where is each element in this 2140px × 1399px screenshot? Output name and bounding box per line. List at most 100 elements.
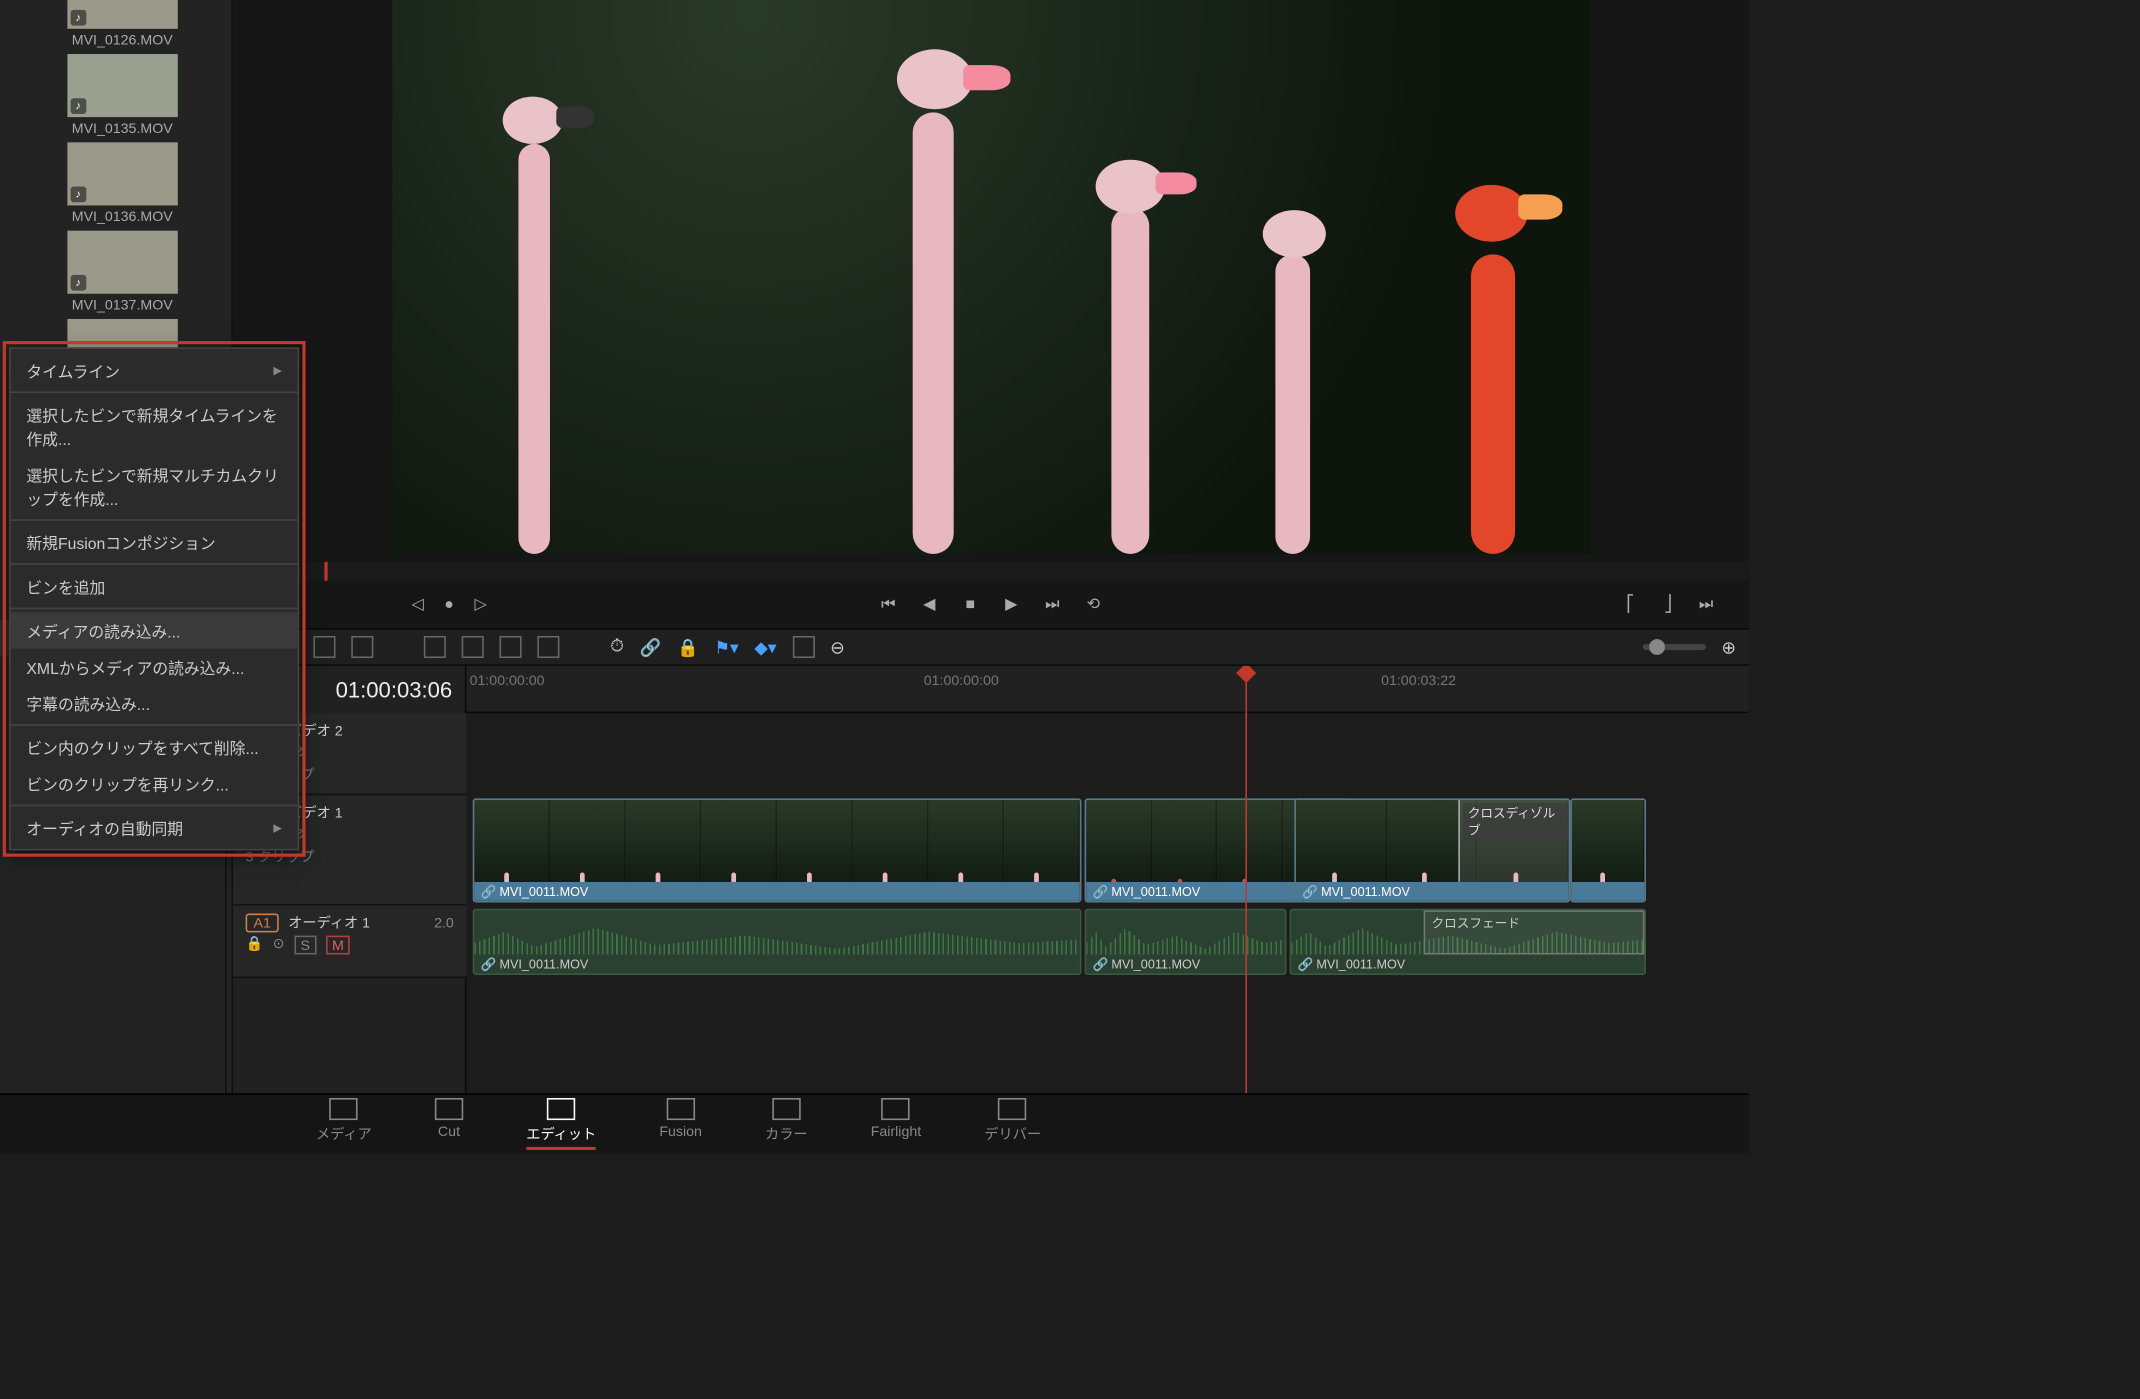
context-menu-item[interactable]: オーディオの自動同期 — [11, 809, 298, 845]
transition-item[interactable]: アローアイリス — [0, 874, 225, 910]
transition-item[interactable]: 六角形アイリス — [0, 1019, 225, 1055]
goto-last-icon[interactable]: ⏭ — [1695, 593, 1717, 615]
track-v2-body[interactable] — [466, 713, 1748, 795]
flag-icon[interactable]: ⚑▾ — [714, 637, 738, 658]
media-clip[interactable]: ♪ MVI_0136.MOV — [29, 142, 216, 224]
dynamic-trim-icon[interactable] — [314, 636, 336, 658]
page-tab-icon — [435, 1098, 463, 1120]
step-back-icon[interactable]: ◀ — [918, 593, 940, 615]
audio-clip[interactable]: クロスフェード MVI_0011.MOV — [1290, 909, 1646, 975]
snapping-icon[interactable] — [792, 636, 814, 658]
context-menu-item[interactable]: ビン内のクリップをすべて削除... — [11, 729, 298, 765]
play-icon[interactable]: ▶ — [1000, 593, 1022, 615]
audio-badge-icon: ♪ — [70, 10, 86, 26]
context-menu-item[interactable]: ビンを追加 — [11, 568, 298, 604]
audio-crossfade[interactable]: クロスフェード — [1424, 910, 1645, 954]
track-header-a1[interactable]: A1オーディオ 12.0 🔒 ⊙ S M — [233, 906, 466, 979]
context-menu[interactable]: タイムライン選択したビンで新規タイムラインを作成...選択したビンで新規マルチカ… — [9, 347, 299, 850]
timeline: 01:00:03:06 V2ビデオ 2 🔒◇⊘ 1 クリップ V1ビデオ 1 🔒… — [233, 666, 1748, 1093]
lock-track-icon[interactable]: 🔒 — [246, 936, 264, 955]
step-fwd-icon[interactable]: ⏭ — [1041, 593, 1063, 615]
page-tab-icon — [330, 1098, 358, 1120]
audio-badge-icon: ♪ — [70, 275, 86, 291]
solo-button[interactable]: S — [294, 936, 316, 955]
playhead[interactable] — [1245, 666, 1247, 1093]
context-menu-item[interactable]: 選択したビンで新規マルチカムクリップを作成... — [11, 456, 298, 516]
mark-out-icon[interactable]: ⎦ — [1657, 593, 1679, 615]
video-clip[interactable]: MVI_0011.MOV — [473, 798, 1082, 902]
page-tab-icon — [772, 1098, 800, 1120]
zoom-in-icon[interactable]: ⊕ — [1721, 637, 1736, 658]
viewer[interactable] — [233, 0, 1748, 562]
page-tab-Fairlight[interactable]: Fairlight — [871, 1098, 921, 1150]
transition-item[interactable]: 楕円アイリス — [0, 1055, 225, 1091]
viewer-scrubber[interactable] — [233, 562, 1748, 581]
video-clip[interactable]: クロスディゾルブ MVI_0011.MOV — [1294, 798, 1570, 902]
context-menu-item[interactable]: ビンのクリップを再リンク... — [11, 765, 298, 801]
clip-label: MVI_0135.MOV — [72, 120, 173, 136]
lock-icon[interactable]: 🔒 — [677, 637, 699, 658]
transition-item[interactable]: クロス型アイリス — [0, 910, 225, 946]
transport-controls: ◁ ● ▷ ⏮ ◀ ■ ▶ ⏭ ⟲ ⎡ ⎦ ⏭ — [233, 581, 1748, 628]
page-tab-カラー[interactable]: カラー — [765, 1098, 808, 1150]
marker-dot-icon[interactable]: ● — [438, 593, 460, 615]
goto-first-icon[interactable]: ⏮ — [877, 593, 899, 615]
audio-badge-icon: ♪ — [70, 98, 86, 114]
video-transition[interactable]: クロスディゾルブ — [1458, 800, 1568, 882]
loop-icon[interactable]: ⟲ — [1082, 593, 1104, 615]
page-tab-icon — [882, 1098, 910, 1120]
transition-item[interactable]: 三角形アイリス — [0, 947, 225, 983]
zoom-out-icon[interactable]: ⊖ — [830, 637, 845, 658]
media-clip[interactable]: ♪MVI_0138.MOV — [0, 231, 22, 313]
clip-label: MVI_0126.MOV — [72, 32, 173, 48]
arm-icon[interactable]: ⊙ — [273, 936, 285, 955]
audio-badge-icon: ♪ — [70, 187, 86, 203]
timeline-ruler[interactable]: 01:00:00:00 01:00:00:00 01:00:03:22 — [466, 666, 1748, 713]
insert-icon[interactable] — [424, 636, 446, 658]
context-menu-item[interactable]: XMLからメディアの読み込み... — [11, 649, 298, 685]
context-menu-item[interactable]: メディアの読み込み... — [11, 612, 298, 648]
match-frame-fwd-icon[interactable]: ▷ — [470, 593, 492, 615]
page-tab-メディア[interactable]: メディア — [316, 1098, 372, 1150]
track-a1-body[interactable]: MVI_0011.MOV MVI_0011.MOV クロスフェード MVI_00… — [466, 906, 1748, 979]
context-menu-item[interactable]: 新規Fusionコンポジション — [11, 524, 298, 560]
page-tab-icon — [998, 1098, 1026, 1120]
stop-icon[interactable]: ■ — [959, 593, 981, 615]
context-menu-item[interactable]: タイムライン — [11, 352, 298, 388]
media-clip[interactable]: ♪MVI_0127.MOV — [0, 0, 22, 48]
track-v1-body[interactable]: MVI_0011.MOV MVI_0011.MOV クロスディゾルブ MVI_0… — [466, 795, 1748, 905]
media-clip[interactable]: ♪ MVI_0126.MOV — [29, 0, 216, 48]
blade-tool-icon[interactable] — [352, 636, 374, 658]
page-tab-Fusion[interactable]: Fusion — [659, 1098, 702, 1150]
audio-clip[interactable]: MVI_0011.MOV — [1085, 909, 1287, 975]
overwrite-icon[interactable] — [462, 636, 484, 658]
retime-icon[interactable]: ⏱ — [610, 637, 624, 658]
page-tab-Cut[interactable]: Cut — [435, 1098, 463, 1150]
match-frame-icon[interactable]: ◁ — [406, 593, 428, 615]
mute-button[interactable]: M — [326, 936, 350, 955]
media-clip[interactable]: ♪ MVI_0137.MOV — [29, 231, 216, 313]
page-tab-デリバー[interactable]: デリバー — [984, 1098, 1041, 1150]
link-icon[interactable]: 🔗 — [640, 637, 662, 658]
media-clip[interactable]: ♪MVI_0128.MOV — [0, 142, 22, 224]
link-icon — [481, 884, 497, 898]
page-tab-エディット[interactable]: エディット — [526, 1098, 596, 1150]
mark-in-icon[interactable]: ⎡ — [1619, 593, 1641, 615]
page-tab-icon — [547, 1098, 575, 1120]
fit-to-fill-icon[interactable] — [538, 636, 560, 658]
clip-label: MVI_0136.MOV — [72, 209, 173, 225]
page-navigation: DaVinci Resolve 16 PUBLIC BETA メディアCutエデ… — [0, 1093, 1748, 1153]
replace-icon[interactable] — [500, 636, 522, 658]
viewer-image — [391, 0, 1590, 554]
video-clip[interactable] — [1570, 798, 1646, 902]
audio-clip[interactable]: MVI_0011.MOV — [473, 909, 1082, 975]
media-clip[interactable]: ♪MVI_0124.MOV — [0, 54, 22, 136]
transition-item[interactable]: 五角形アイリス — [0, 983, 225, 1019]
clip-label: MVI_0137.MOV — [72, 297, 173, 313]
timeline-timecode: 01:00:03:06 — [336, 677, 453, 702]
context-menu-item[interactable]: 選択したビンで新規タイムラインを作成... — [11, 396, 298, 456]
zoom-slider[interactable] — [1642, 644, 1705, 650]
marker-icon[interactable]: ◆▾ — [754, 637, 776, 658]
context-menu-item[interactable]: 字幕の読み込み... — [11, 685, 298, 721]
media-clip[interactable]: ♪ MVI_0135.MOV — [29, 54, 216, 136]
